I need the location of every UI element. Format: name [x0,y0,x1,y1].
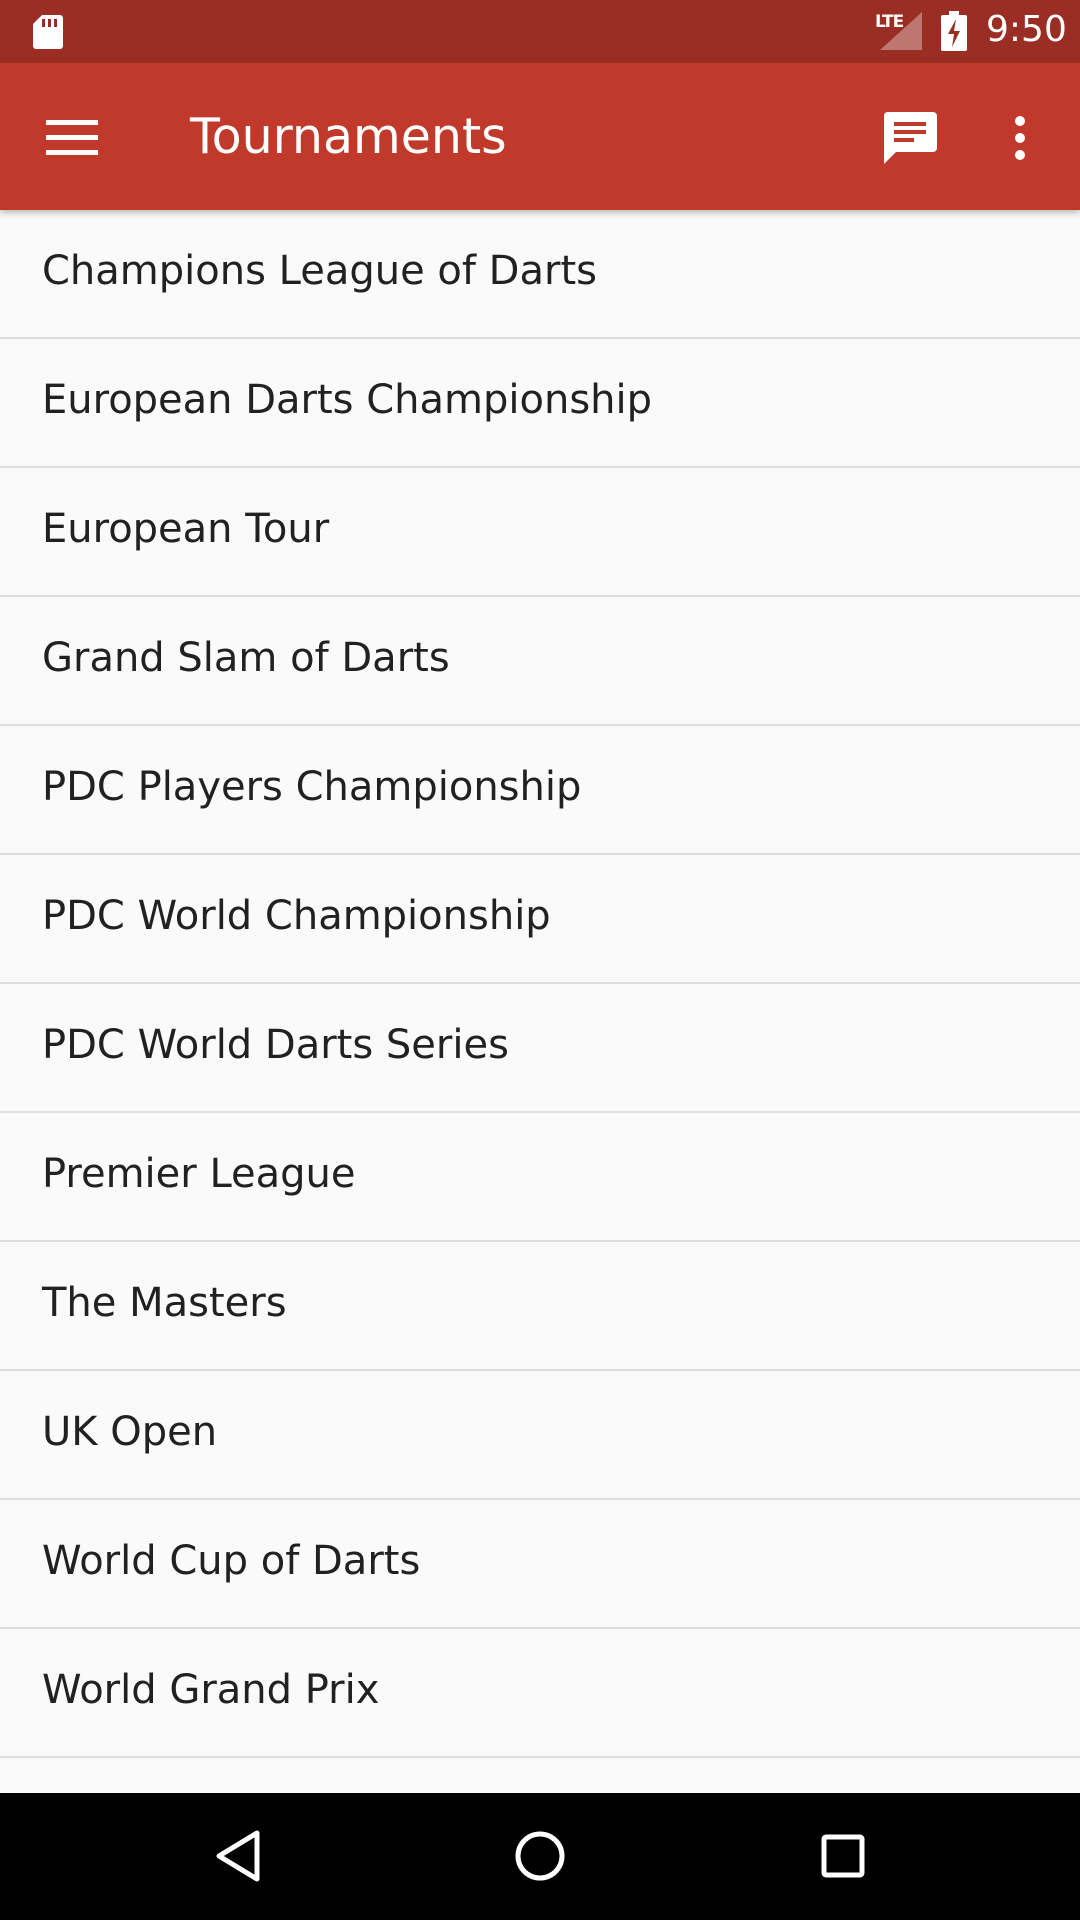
screen: LTE 9:50 Tournaments Champions League of… [0,0,1080,1920]
back-icon[interactable] [205,1821,275,1891]
tournament-label: The Masters [42,1280,287,1326]
app-toolbar: Tournaments [0,63,1080,210]
page-title: Tournaments [190,108,507,165]
tournament-label: Grand Slam of Darts [42,635,450,681]
tournament-label: Premier League [42,1151,356,1197]
tournament-label: European Darts Championship [42,377,653,423]
tournament-item-pdc-players-championship[interactable]: PDC Players Championship [0,726,1080,855]
message-button[interactable] [870,98,950,178]
recents-icon[interactable] [808,1821,878,1891]
tournament-item-champions-league-of-darts[interactable]: Champions League of Darts [0,210,1080,339]
tournament-item-european-darts-championship[interactable]: European Darts Championship [0,339,1080,468]
more-options-button[interactable] [990,98,1050,178]
more-vert-icon [1015,116,1025,160]
tournament-label: World Cup of Darts [42,1538,421,1584]
menu-button[interactable] [32,103,112,173]
tournament-item-pdc-world-championship[interactable]: PDC World Championship [0,855,1080,984]
tournament-item-world-grand-prix[interactable]: World Grand Prix [0,1629,1080,1758]
tournament-label: Champions League of Darts [42,248,597,294]
tournament-item-world-cup-of-darts[interactable]: World Cup of Darts [0,1500,1080,1629]
tournament-label: UK Open [42,1409,218,1455]
tournament-item-partial[interactable] [0,1758,1080,1793]
tournament-item-grand-slam-of-darts[interactable]: Grand Slam of Darts [0,597,1080,726]
tournament-label: PDC World Championship [42,893,551,939]
tournament-label: World Grand Prix [42,1667,380,1713]
clock: 9:50 [986,9,1067,50]
battery-charging-icon [941,11,967,51]
tournament-item-uk-open[interactable]: UK Open [0,1371,1080,1500]
message-icon [883,112,937,164]
tournament-item-pdc-world-darts-series[interactable]: PDC World Darts Series [0,984,1080,1113]
status-bar: LTE 9:50 [0,0,1080,63]
tournament-item-premier-league[interactable]: Premier League [0,1113,1080,1242]
tournament-item-european-tour[interactable]: European Tour [0,468,1080,597]
menu-icon [46,120,98,155]
tournament-list[interactable]: Champions League of Darts European Darts… [0,210,1080,1793]
tournament-label: PDC Players Championship [42,764,582,810]
tournament-item-the-masters[interactable]: The Masters [0,1242,1080,1371]
system-nav-bar [0,1793,1080,1920]
tournament-label: PDC World Darts Series [42,1022,509,1068]
home-icon[interactable] [505,1821,575,1891]
sd-card-icon [33,15,63,49]
network-type-label: LTE [875,12,904,32]
tournament-label: European Tour [42,506,330,552]
